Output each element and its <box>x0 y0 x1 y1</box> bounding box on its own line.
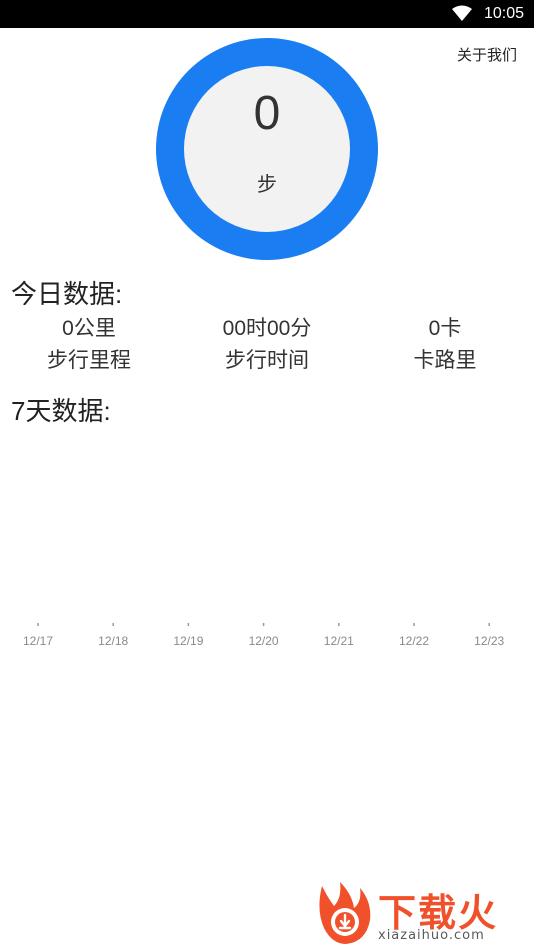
watermark: 下载火 xiazaihuo.com <box>312 876 534 949</box>
stat-distance-value: 0公里 <box>62 317 116 340</box>
chart-x-tick-label: 12/18 <box>98 634 128 648</box>
week-data-title: 7天数据: <box>11 396 111 426</box>
chart-x-tick-label: 12/23 <box>474 634 504 648</box>
stat-time-value: 00时00分 <box>222 317 312 340</box>
chart-x-tick-label: 12/20 <box>249 634 279 648</box>
chart-x-tick-label: 12/19 <box>173 634 203 648</box>
chart-x-tick-label: 12/21 <box>324 634 354 648</box>
watermark-url: xiazaihuo.com <box>378 928 485 943</box>
stat-calories-value: 0卡 <box>428 317 462 340</box>
stat-time: 00时00分 步行时间 <box>178 312 356 376</box>
stat-calories: 0卡 卡路里 <box>356 312 534 376</box>
week-chart: 12/17 12/18 12/19 12/20 12/21 12/22 12/23 <box>23 623 505 648</box>
stat-distance: 0公里 步行里程 <box>0 312 178 376</box>
today-data-title: 今日数据: <box>11 279 123 309</box>
step-ring-center: 0 步 <box>184 66 350 232</box>
today-stats: 0公里 步行里程 00时00分 步行时间 0卡 卡路里 <box>0 312 534 382</box>
flame-logo-icon <box>319 882 371 944</box>
step-ring: 0 步 <box>156 38 378 260</box>
status-time: 10:05 <box>483 5 524 22</box>
stat-time-label: 步行时间 <box>225 349 309 372</box>
stat-calories-label: 卡路里 <box>413 349 477 372</box>
chart-x-tick-label: 12/22 <box>399 634 429 648</box>
step-count: 0 <box>253 87 281 140</box>
about-us-link[interactable]: 关于我们 <box>457 44 517 65</box>
wifi-icon <box>452 5 472 21</box>
status-bar: 10:05 <box>0 0 534 28</box>
step-unit: 步 <box>257 174 277 196</box>
chart-x-tick-label: 12/17 <box>23 634 53 648</box>
stat-distance-label: 步行里程 <box>47 349 131 372</box>
